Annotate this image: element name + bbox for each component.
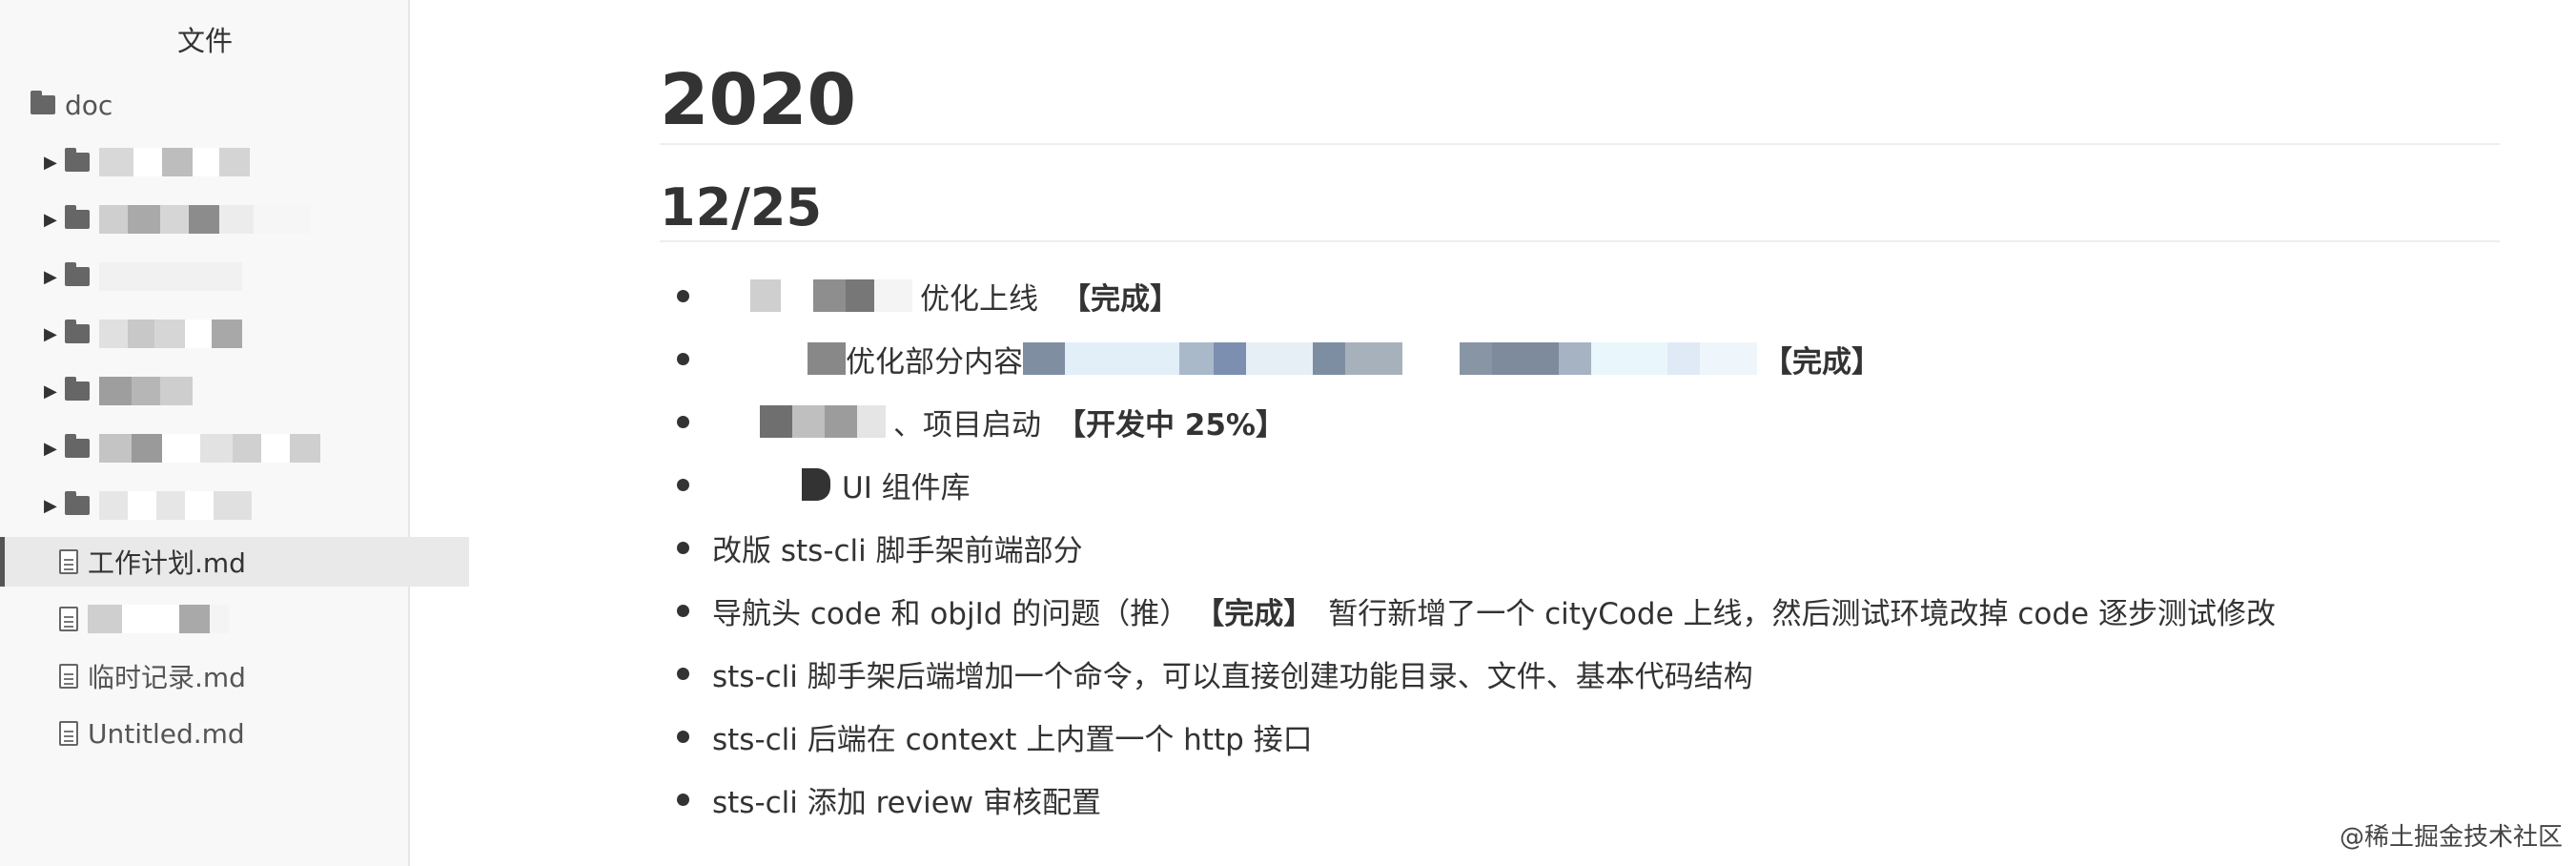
list-item[interactable]: sts-cli 添加 review 审核配置 [677,773,1101,825]
editor-content[interactable]: 2020 12/25 优化上线 【完成】 优化部分内容 【完成】 、项目启动 【… [660,0,2576,866]
caret-right-icon: ▶ [44,209,57,230]
redacted-label [99,262,242,291]
bullet [677,289,689,302]
file-icon [59,721,78,746]
subfolder-obscured[interactable]: ▶ [0,195,454,244]
task-text: 优化部分内容 [846,344,1023,380]
status-tag: 【完成】 [1061,281,1179,317]
folder-icon [65,320,90,343]
bullet [677,415,689,428]
redacted-label [99,205,311,234]
active-indicator [0,537,5,587]
status-tag: 【开发中 25%】 [1056,407,1285,443]
redacted-text [712,405,760,438]
sidebar-title: 文件 [176,25,233,57]
file-icon [59,549,78,574]
caret-right-icon: ▶ [44,323,57,344]
redacted-label [99,491,252,520]
redacted-label [88,605,229,633]
list-item[interactable]: sts-cli 脚手架后端增加一个命令，可以直接创建功能目录、文件、基本代码结构 [677,648,1753,699]
file-item[interactable]: Untitled.md [0,709,469,758]
redacted-text [712,342,808,375]
status-tag: 【完成】 [1195,596,1314,631]
file-sidebar: 文件 doc ▶ ▶ ▶ ▶ ▶ ▶ ▶ 工作计划.md 临时记录.md Unt… [0,0,469,866]
folder-icon [65,262,90,286]
redacted-label [99,434,320,463]
file-icon [59,607,78,631]
folder-label: doc [65,89,113,121]
file-item[interactable]: 临时记录.md [0,651,469,701]
redacted-label [99,320,242,348]
file-item-obscured[interactable] [0,594,469,644]
list-item[interactable]: 优化部分内容 【完成】 [677,333,1881,384]
file-icon [59,664,78,689]
file-item-active[interactable]: 工作计划.md [0,537,469,587]
bullet [677,541,689,554]
file-label: 临时记录.md [88,662,246,693]
subfolder-obscured[interactable]: ▶ [0,366,454,416]
redacted-text [712,468,802,501]
redacted-label [99,377,193,405]
folder-doc[interactable]: doc [0,80,440,130]
list-item[interactable]: 改版 sts-cli 脚手架前端部分 [677,522,1083,573]
task-text: 改版 sts-cli 脚手架前端部分 [712,533,1083,568]
task-text: sts-cli 脚手架后端增加一个命令，可以直接创建功能目录、文件、基本代码结构 [712,659,1753,694]
heading-year: 2020 [660,59,856,141]
list-item[interactable]: 导航头 code 和 objId 的问题（推） 【完成】 暂行新增了一个 cit… [677,585,2276,636]
list-item[interactable]: 、项目启动 【开发中 25%】 [677,396,1285,447]
task-text: 优化上线 [920,281,1038,317]
subfolder-obscured[interactable]: ▶ [0,309,454,359]
task-text: sts-cli 后端在 context 上内置一个 http 接口 [712,722,1313,757]
heading-date: 12/25 [660,177,823,237]
bullet [677,352,689,365]
subfolder-obscured[interactable]: ▶ [0,481,454,530]
subfolder-obscured[interactable]: ▶ [0,137,454,187]
redacted-text [712,279,750,312]
heading-divider [660,240,2500,242]
task-note: 暂行新增了一个 cityCode 上线，然后测试环境改掉 code 逐步测试修改 [1328,596,2276,631]
folder-icon [31,91,55,114]
folder-icon [65,377,90,401]
heading-divider [660,143,2500,145]
bullet [677,604,689,617]
caret-right-icon: ▶ [44,266,57,287]
caret-right-icon: ▶ [44,381,57,402]
folder-icon [65,205,90,229]
task-text: UI 组件库 [842,470,971,505]
subfolder-obscured[interactable]: ▶ [0,252,454,301]
caret-right-icon: ▶ [44,495,57,516]
task-text: sts-cli 添加 review 审核配置 [712,785,1101,820]
list-item[interactable]: 优化上线 【完成】 [677,270,1179,321]
subfolder-obscured[interactable]: ▶ [0,423,454,473]
redacted-label [99,148,250,176]
bullet [677,793,689,806]
bullet [677,478,689,491]
task-text: 、项目启动 [893,407,1041,443]
folder-icon [65,434,90,458]
list-item[interactable]: UI 组件库 [677,459,971,510]
caret-right-icon: ▶ [44,438,57,459]
task-text: 导航头 code 和 objId 的问题（推） [712,596,1190,631]
file-label: Untitled.md [88,717,245,750]
folder-icon [65,148,90,172]
bullet [677,730,689,743]
file-label: 工作计划.md [88,547,246,579]
caret-right-icon: ▶ [44,152,57,173]
watermark: @稀土掘金技术社区 [2339,823,2563,852]
status-tag: 【完成】 [1763,344,1881,380]
folder-icon [65,491,90,515]
list-item[interactable]: sts-cli 后端在 context 上内置一个 http 接口 [677,711,1313,762]
bullet [677,667,689,680]
